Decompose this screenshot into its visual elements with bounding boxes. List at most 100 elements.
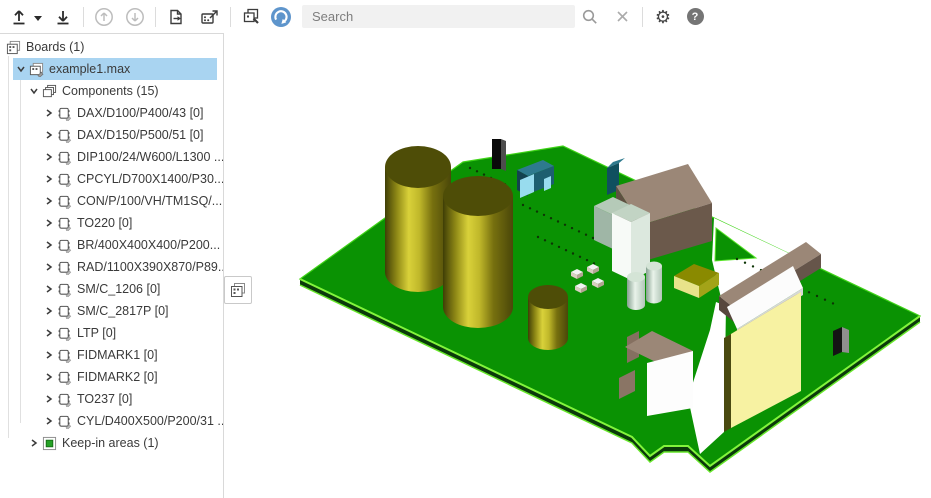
component-icon — [57, 326, 72, 341]
component-icon — [57, 414, 72, 429]
component-icon — [57, 304, 72, 319]
tree-item-component-5[interactable]: CON/P/100/VH/TM1SQ/... — [0, 190, 223, 212]
component-icon — [57, 348, 72, 363]
component-icon — [57, 150, 72, 165]
component-label: TO220 [0] — [77, 216, 132, 230]
tree-item-component-6[interactable]: TO220 [0] — [0, 212, 223, 234]
tree-item-component-2[interactable]: DAX/D150/P500/51 [0] — [0, 124, 223, 146]
board-icon — [29, 62, 44, 77]
chevron-right-icon[interactable] — [44, 130, 54, 140]
move-up-button[interactable] — [91, 4, 117, 30]
chevron-down-icon[interactable] — [16, 64, 26, 74]
export-board-button[interactable] — [197, 4, 223, 30]
board-with-arrow-icon — [200, 8, 220, 26]
keep-in-label: Keep-in areas (1) — [62, 436, 159, 450]
component-label: FIDMARK2 [0] — [77, 370, 158, 384]
search-go-button[interactable] — [577, 4, 603, 30]
boards-stack-icon — [230, 282, 246, 298]
board-3d-view[interactable] — [225, 33, 931, 498]
component-label: TO237 [0] — [77, 392, 132, 406]
sage-box-2[interactable] — [612, 204, 650, 280]
chevron-right-icon[interactable] — [44, 350, 54, 360]
component-icon — [57, 370, 72, 385]
board-stack-button[interactable] — [238, 4, 264, 30]
settings-button[interactable]: ⚙ — [650, 4, 676, 30]
circle-arrow-down-icon — [125, 7, 145, 27]
circle-arrow-up-icon — [94, 7, 114, 27]
component-icon — [57, 194, 72, 209]
chevron-right-icon[interactable] — [44, 262, 54, 272]
components-icon — [42, 84, 57, 99]
component-label: DIP100/24/W600/L1300 ... — [77, 150, 223, 164]
chevron-right-icon[interactable] — [44, 284, 54, 294]
tree-item-component-3[interactable]: DIP100/24/W600/L1300 ... — [0, 146, 223, 168]
tree-item-component-15[interactable]: CYL/D400X500/P200/31 ... — [0, 410, 223, 432]
chevron-right-icon[interactable] — [44, 416, 54, 426]
small-black-box[interactable] — [833, 327, 849, 356]
move-down-button[interactable] — [122, 4, 148, 30]
panel-flyout-button[interactable] — [224, 276, 252, 304]
caret-down-icon — [34, 8, 42, 26]
component-label: CON/P/100/VH/TM1SQ/... — [77, 194, 222, 208]
chevron-right-icon[interactable] — [44, 240, 54, 250]
component-icon — [57, 172, 72, 187]
help-icon: ? — [687, 8, 704, 25]
component-icon — [57, 216, 72, 231]
tree-item-components-group[interactable]: Components (15) — [0, 80, 223, 102]
tree-item-component-8[interactable]: RAD/1100X390X870/P89... — [0, 256, 223, 278]
component-label: DAX/D100/P400/43 [0] — [77, 106, 203, 120]
tree-item-component-7[interactable]: BR/400X400X400/P200... — [0, 234, 223, 256]
download-icon — [54, 8, 72, 26]
upload-button[interactable] — [6, 4, 32, 30]
close-icon — [616, 10, 629, 23]
toolbar-separator — [642, 7, 643, 27]
chevron-right-icon[interactable] — [44, 394, 54, 404]
chevron-right-icon[interactable] — [44, 372, 54, 382]
toolbar-separator — [155, 7, 156, 27]
tree-item-component-13[interactable]: FIDMARK2 [0] — [0, 366, 223, 388]
tree-item-example1-max[interactable]: example1.max — [13, 58, 217, 80]
capacitor-cylinder-large-2[interactable] — [443, 176, 513, 328]
component-icon — [57, 282, 72, 297]
components-group-label: Components (15) — [62, 84, 159, 98]
chevron-right-icon[interactable] — [44, 108, 54, 118]
rotate-3d-button[interactable] — [268, 4, 294, 30]
capacitor-cylinder-medium[interactable] — [528, 285, 568, 350]
component-label: SM/C_1206 [0] — [77, 282, 160, 296]
chevron-right-icon[interactable] — [29, 438, 39, 448]
help-button[interactable]: ? — [682, 4, 708, 30]
sage-cylinder-1[interactable] — [627, 272, 645, 310]
capacitor-cylinder-large-1[interactable] — [385, 146, 451, 292]
chevron-right-icon[interactable] — [44, 328, 54, 338]
chevron-right-icon[interactable] — [44, 306, 54, 316]
tree-item-component-1[interactable]: DAX/D100/P400/43 [0] — [0, 102, 223, 124]
tree-item-boards-root[interactable]: Boards (1) — [0, 36, 223, 58]
magnifier-icon — [581, 8, 599, 26]
tree-item-component-9[interactable]: SM/C_1206 [0] — [0, 278, 223, 300]
upload-icon — [10, 8, 28, 26]
component-icon — [57, 238, 72, 253]
clear-search-button[interactable] — [609, 4, 635, 30]
black-slab-component[interactable] — [492, 139, 506, 171]
tree-item-component-10[interactable]: SM/C_2817P [0] — [0, 300, 223, 322]
tree-item-component-14[interactable]: TO237 [0] — [0, 388, 223, 410]
tree-item-component-12[interactable]: FIDMARK1 [0] — [0, 344, 223, 366]
tree-item-component-11[interactable]: LTP [0] — [0, 322, 223, 344]
gear-icon: ⚙ — [655, 8, 671, 26]
chevron-right-icon[interactable] — [44, 196, 54, 206]
chevron-right-icon[interactable] — [44, 152, 54, 162]
chevron-right-icon[interactable] — [44, 174, 54, 184]
tree-item-keep-in-areas[interactable]: Keep-in areas (1) — [0, 432, 223, 454]
upload-menu-button[interactable] — [32, 4, 44, 30]
page-with-arrow-icon — [167, 8, 185, 26]
chevron-down-icon[interactable] — [29, 86, 39, 96]
sage-cylinder-2[interactable] — [646, 262, 662, 304]
download-button[interactable] — [50, 4, 76, 30]
stacked-boards-icon — [242, 7, 261, 26]
component-icon — [57, 106, 72, 121]
component-label: LTP [0] — [77, 326, 116, 340]
chevron-right-icon[interactable] — [44, 218, 54, 228]
search-input[interactable] — [302, 5, 575, 28]
copy-view-button[interactable] — [163, 4, 189, 30]
tree-item-component-4[interactable]: CPCYL/D700X1400/P30... — [0, 168, 223, 190]
